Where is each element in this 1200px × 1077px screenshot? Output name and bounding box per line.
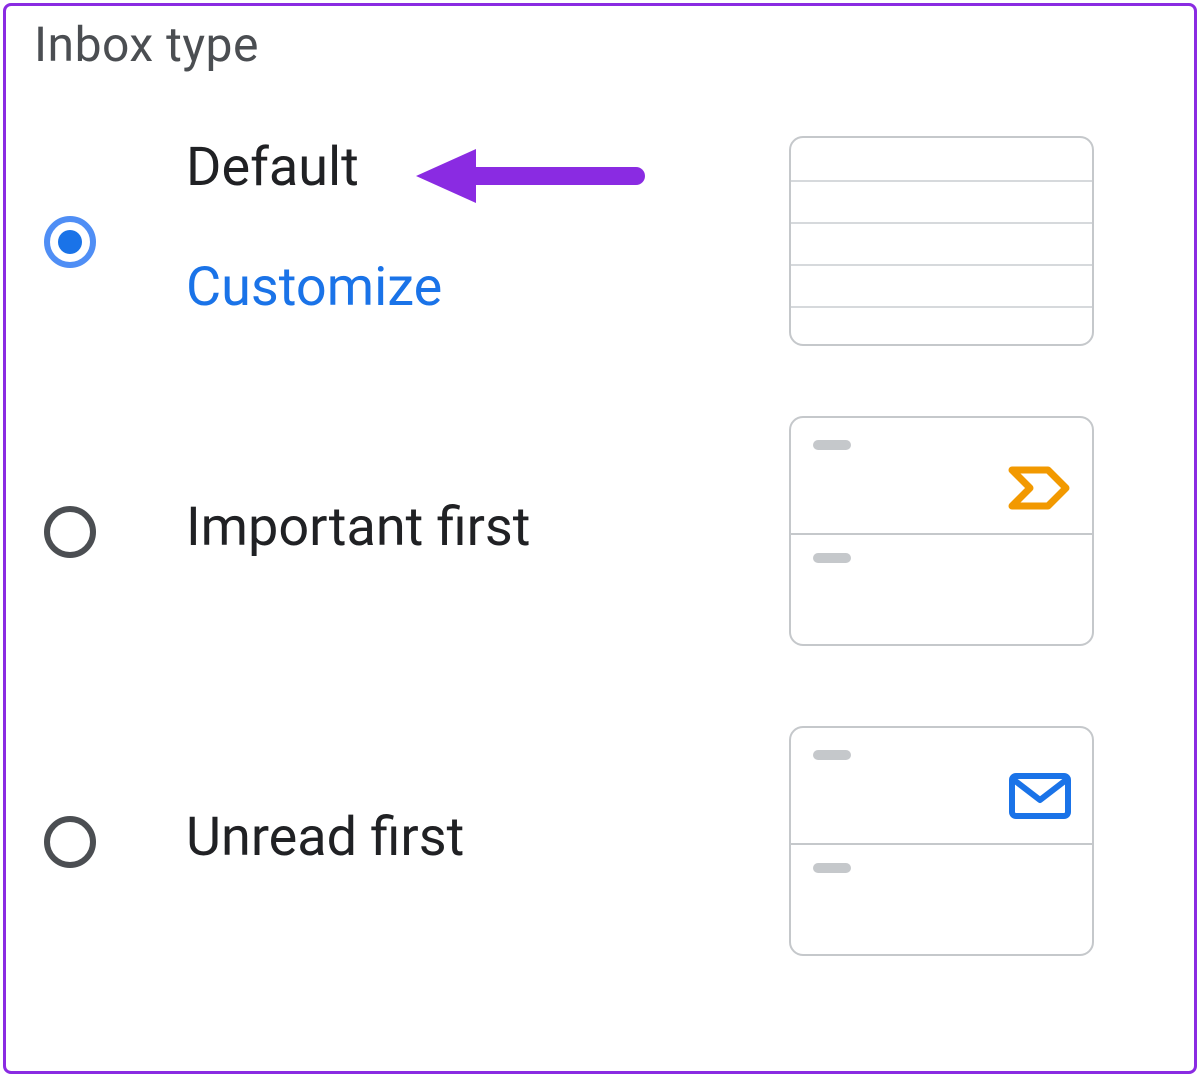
option-label-unread-first: Unread first <box>186 806 464 869</box>
radio-important-first[interactable] <box>44 506 96 558</box>
radio-default[interactable] <box>44 216 96 268</box>
preview-important-first <box>789 416 1094 646</box>
inbox-type-option-unread-first[interactable]: Unread first <box>6 726 1194 966</box>
mail-icon <box>1008 772 1072 820</box>
customize-link[interactable]: Customize <box>186 256 442 319</box>
radio-unread-first[interactable] <box>44 816 96 868</box>
inbox-type-option-important-first[interactable]: Important first <box>6 416 1194 656</box>
preview-unread-first <box>789 726 1094 956</box>
inbox-type-panel: Inbox type Default Customize Important f… <box>3 3 1197 1074</box>
option-label-important-first: Important first <box>186 496 530 559</box>
important-marker-icon <box>1008 466 1072 510</box>
section-title: Inbox type <box>34 16 259 73</box>
option-label-default: Default <box>186 136 359 199</box>
inbox-type-option-default[interactable]: Default Customize <box>6 136 1194 346</box>
preview-default <box>789 136 1094 346</box>
